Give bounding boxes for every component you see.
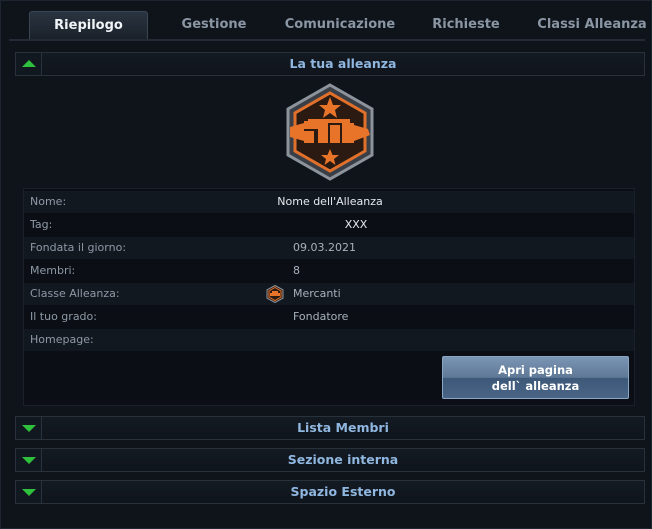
tab-riepilogo[interactable]: Riepilogo	[29, 11, 148, 39]
members-value: 8	[293, 264, 300, 277]
expand-toggle[interactable]	[16, 449, 42, 471]
homepage-label: Homepage:	[30, 333, 94, 346]
chevron-up-icon	[22, 60, 36, 67]
tab-classi-alleanza[interactable]: Classi Alleanza	[533, 11, 651, 39]
name-value: Nome dell'Alleanza	[277, 195, 383, 208]
section-alliance-title: La tua alleanza	[289, 56, 397, 71]
tag-value: XXX	[344, 218, 368, 231]
row-rank: Il tuo grado: Fondatore	[24, 306, 634, 328]
tab-bar: Riepilogo Gestione Comunicazione Richies…	[1, 1, 652, 43]
chevron-down-icon	[22, 425, 36, 432]
chevron-down-icon	[22, 457, 36, 464]
merchant-class-icon	[266, 285, 284, 303]
section-external-title: Spazio Esterno	[290, 484, 396, 499]
open-alliance-page-button[interactable]: Apri pagina dell` alleanza	[442, 356, 629, 399]
tab-richieste[interactable]: Richieste	[416, 11, 516, 39]
collapse-toggle[interactable]	[16, 53, 42, 75]
alliance-window: Riepilogo Gestione Comunicazione Richies…	[0, 0, 652, 529]
section-external[interactable]: Spazio Esterno	[15, 480, 645, 504]
row-name: Nome: Nome dell'Alleanza	[24, 191, 634, 213]
section-internal-title: Sezione interna	[287, 452, 399, 467]
class-value: Mercanti	[293, 287, 341, 300]
section-members-title: Lista Membri	[297, 420, 389, 435]
class-label: Classe Alleanza:	[30, 287, 120, 300]
rank-label: Il tuo grado:	[30, 310, 97, 323]
tab-gestione[interactable]: Gestione	[161, 11, 267, 39]
rank-value: Fondatore	[293, 310, 349, 323]
button-line-1: Apri pagina	[498, 363, 573, 377]
founded-value: 09.03.2021	[293, 241, 356, 254]
expand-toggle[interactable]	[16, 417, 42, 439]
members-label: Membri:	[30, 264, 76, 277]
expand-toggle[interactable]	[16, 481, 42, 503]
tag-label: Tag:	[30, 218, 53, 231]
row-tag: Tag: XXX	[24, 214, 634, 236]
button-line-2: dell` alleanza	[491, 379, 580, 393]
chevron-down-icon	[22, 489, 36, 496]
founded-label: Fondata il giorno:	[30, 241, 127, 254]
alliance-emblem-icon	[286, 83, 374, 181]
tab-divider	[9, 39, 645, 41]
row-members: Membri: 8	[24, 260, 634, 282]
section-members[interactable]: Lista Membri	[15, 416, 645, 440]
tab-comunicazione[interactable]: Comunicazione	[281, 11, 399, 39]
section-internal[interactable]: Sezione interna	[15, 448, 645, 472]
row-class: Classe Alleanza: Mercanti	[24, 283, 634, 305]
section-alliance[interactable]: La tua alleanza	[15, 52, 645, 76]
row-homepage: Homepage:	[24, 329, 634, 351]
row-founded: Fondata il giorno: 09.03.2021	[24, 237, 634, 259]
